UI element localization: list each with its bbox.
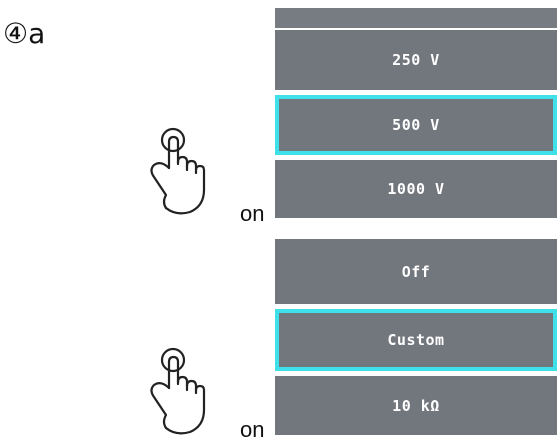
menu-item-250v[interactable]: 250 V	[275, 30, 557, 90]
voltage-menu: 250 V 500 V 1000 V	[275, 0, 557, 218]
filter-menu: Off Custom 10 kΩ	[275, 239, 557, 435]
tap-hand-icon	[150, 127, 206, 215]
step-label: ④a	[3, 17, 46, 50]
menu-item-custom[interactable]: Custom	[275, 309, 557, 371]
menu-top-strip	[275, 8, 557, 28]
tap-hand-icon	[150, 347, 206, 435]
menu-item-off[interactable]: Off	[275, 239, 557, 304]
menu-item-500v[interactable]: 500 V	[275, 95, 557, 155]
instruction-on-label: on	[240, 417, 265, 442]
instruction-on-label: on	[240, 201, 265, 226]
menu-item-10kohm[interactable]: 10 kΩ	[275, 376, 557, 435]
menu-item-1000v[interactable]: 1000 V	[275, 160, 557, 218]
